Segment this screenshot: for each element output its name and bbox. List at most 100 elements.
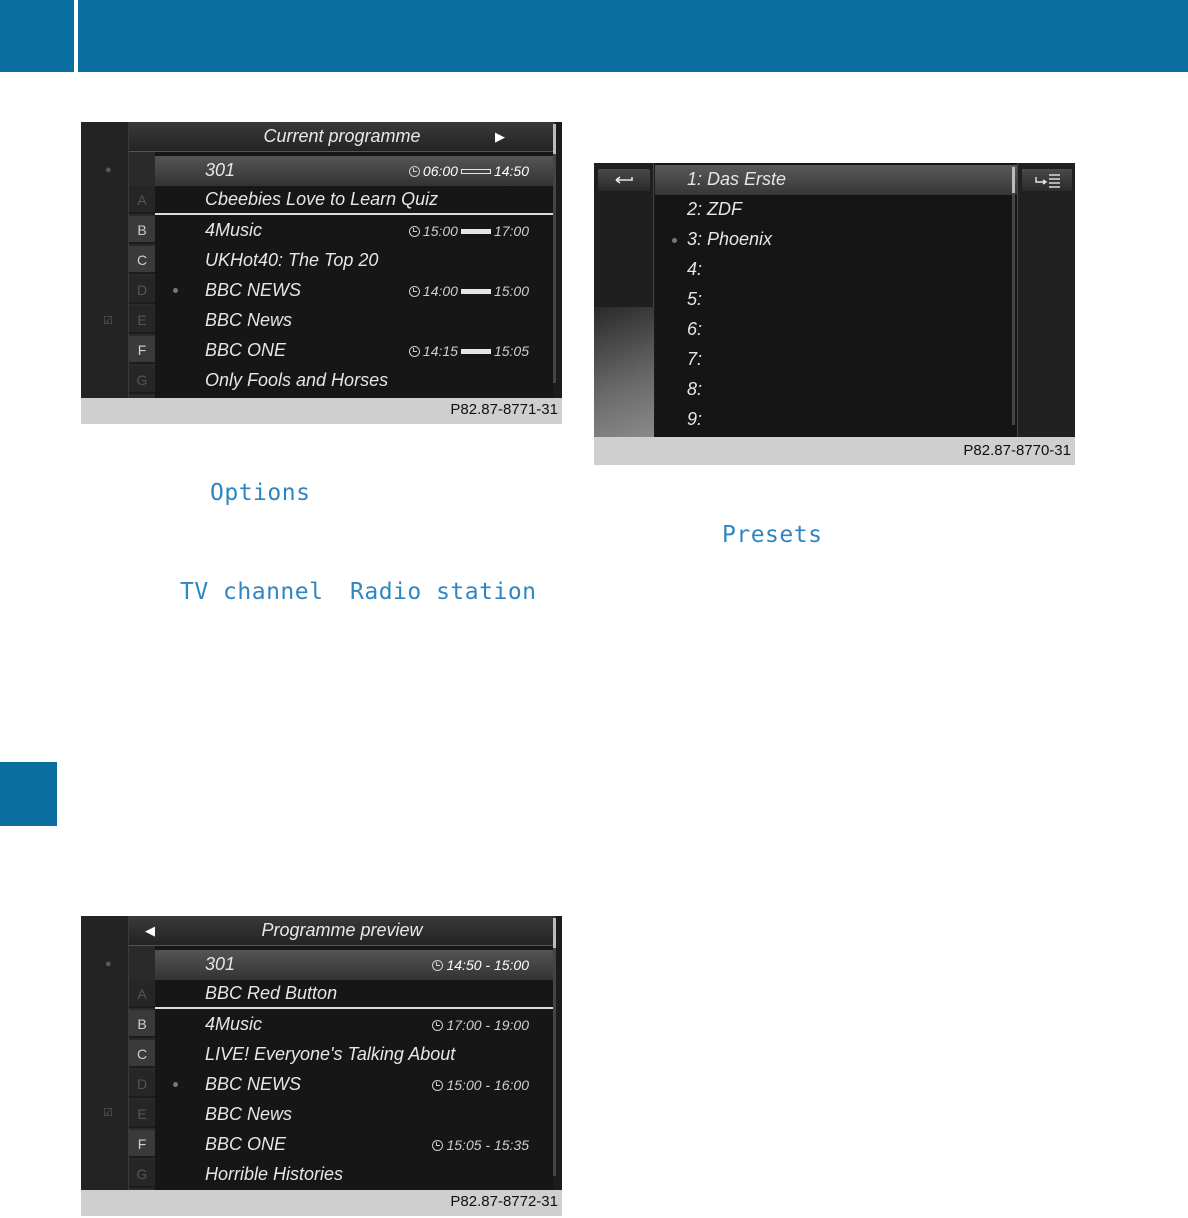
- programme-title: Only Fools and Horses: [205, 370, 389, 390]
- preset-item[interactable]: 8:: [655, 375, 1017, 405]
- strip-dot-icon: ●: [105, 958, 112, 970]
- title-bar: Programme preview ◀: [129, 916, 555, 946]
- channel-name: 301: [205, 160, 236, 180]
- letter-b[interactable]: B: [129, 216, 155, 244]
- progress-bar: [460, 289, 491, 294]
- programme-row[interactable]: 4Music 17:00 - 19:00: [155, 1010, 553, 1040]
- scrollbar-thumb[interactable]: [553, 124, 556, 154]
- left-strip: ● ☑: [81, 122, 129, 398]
- arrow-right-icon[interactable]: ▶: [495, 129, 505, 145]
- preset-item[interactable]: 5:: [655, 285, 1017, 315]
- programme-row[interactable]: BBC NEWS 14:00 15:00: [155, 276, 553, 306]
- strip-check-icon: ☑: [103, 1107, 113, 1119]
- programme-row[interactable]: LIVE! Everyone's Talking About: [155, 1040, 553, 1070]
- programme-title: BBC News: [205, 310, 293, 330]
- letter-f[interactable]: F: [129, 336, 155, 364]
- channel-name: BBC NEWS: [205, 1074, 302, 1094]
- list-menu-button[interactable]: [1022, 169, 1072, 191]
- programme-row[interactable]: BBC Red Button: [155, 979, 553, 1009]
- arrow-left-icon[interactable]: ◀: [145, 923, 155, 939]
- programme-row[interactable]: 301 14:50 - 15:00: [155, 950, 553, 980]
- clock-icon: [432, 1020, 444, 1031]
- programme-row[interactable]: Cbeebies Love to Learn Quiz: [155, 185, 553, 215]
- scrollbar-track[interactable]: [553, 124, 556, 384]
- preset-item[interactable]: 6:: [655, 315, 1017, 345]
- scrollbar-thumb[interactable]: [1012, 167, 1015, 193]
- preset-item[interactable]: 7:: [655, 345, 1017, 375]
- letter-e[interactable]: E: [129, 306, 155, 334]
- presets-left-panel: [594, 163, 654, 437]
- letter-a[interactable]: A: [129, 980, 155, 1008]
- programme-row[interactable]: BBC ONE 15:05 - 15:35: [155, 1130, 553, 1160]
- strip-dot-icon: ●: [105, 164, 112, 176]
- time-label: 15:00 - 16:00: [446, 1077, 529, 1093]
- active-dot-icon: [672, 238, 677, 243]
- time-range: 15:05 - 15:35: [432, 1137, 529, 1153]
- programme-preview-screen: ● ☑ Programme preview ◀ A B C D E F G 30…: [81, 916, 562, 1190]
- clock-icon: [432, 960, 444, 971]
- figure-caption: P82.87-8771-31: [81, 398, 562, 424]
- letter-f[interactable]: F: [129, 1130, 155, 1158]
- tv-channel-keyword: TV channel: [180, 579, 324, 605]
- clock-icon: [408, 346, 420, 357]
- preset-label: 4:: [687, 259, 703, 279]
- time-label: 17:00 - 19:00: [446, 1017, 529, 1033]
- start-time: 14:00: [422, 283, 458, 299]
- programme-row[interactable]: BBC News: [155, 306, 553, 336]
- figure-caption: P82.87-8772-31: [81, 1190, 562, 1216]
- preset-label: 6:: [687, 319, 703, 339]
- letter-c[interactable]: C: [129, 1040, 155, 1068]
- letter-b[interactable]: B: [129, 1010, 155, 1038]
- preset-item[interactable]: 4:: [655, 255, 1017, 285]
- radio-station-keyword: Radio station: [350, 579, 537, 605]
- letter-d[interactable]: D: [129, 1070, 155, 1098]
- channel-name: BBC ONE: [205, 340, 287, 360]
- preset-item[interactable]: 3: Phoenix: [655, 225, 1017, 255]
- programme-row[interactable]: BBC NEWS 15:00 - 16:00: [155, 1070, 553, 1100]
- channel-name: 4Music: [205, 1014, 263, 1034]
- letter-e[interactable]: E: [129, 1100, 155, 1128]
- programme-row[interactable]: BBC News: [155, 1100, 553, 1130]
- programme-row[interactable]: UKHot40: The Top 20: [155, 246, 553, 276]
- programme-title: BBC Red Button: [205, 983, 338, 1003]
- programme-title: Horrible Histories: [205, 1164, 344, 1184]
- clock-icon: [408, 286, 420, 297]
- end-time: 15:00: [493, 283, 529, 299]
- programme-title: Cbeebies Love to Learn Quiz: [205, 189, 439, 209]
- end-time: 14:50: [493, 163, 529, 179]
- scrollbar-track[interactable]: [1012, 167, 1015, 425]
- clock-icon: [408, 166, 420, 177]
- presets-keyword: Presets: [722, 522, 823, 548]
- time-range: 14:00 15:00: [408, 283, 529, 299]
- scrollbar-track[interactable]: [553, 918, 556, 1176]
- channel-name: 4Music: [205, 220, 263, 240]
- preset-item[interactable]: 1: Das Erste: [655, 165, 1017, 195]
- time-range: 17:00 - 19:00: [432, 1017, 529, 1033]
- clock-icon: [432, 1140, 444, 1151]
- programme-title: LIVE! Everyone's Talking About: [205, 1044, 456, 1064]
- letter-d[interactable]: D: [129, 276, 155, 304]
- channel-name: BBC NEWS: [205, 280, 302, 300]
- end-time: 17:00: [493, 223, 529, 239]
- scrollbar-thumb[interactable]: [553, 918, 556, 948]
- screen-title: Programme preview: [261, 920, 423, 940]
- progress-bar: [460, 349, 491, 354]
- programme-row[interactable]: BBC ONE 14:15 15:05: [155, 336, 553, 366]
- programme-row[interactable]: 301 06:00 14:50: [155, 156, 553, 186]
- letter-g[interactable]: G: [129, 366, 155, 394]
- programme-row[interactable]: Only Fools and Horses: [155, 366, 553, 396]
- start-time: 15:00: [422, 223, 458, 239]
- progress-bar: [460, 169, 491, 174]
- programme-row[interactable]: Horrible Histories: [155, 1160, 553, 1190]
- letter-c[interactable]: C: [129, 246, 155, 274]
- title-bar: Current programme ▶: [129, 122, 555, 152]
- back-button[interactable]: [598, 169, 650, 191]
- letter-g[interactable]: G: [129, 1160, 155, 1188]
- programme-row[interactable]: 4Music 15:00 17:00: [155, 216, 553, 246]
- preset-item[interactable]: 9:: [655, 405, 1017, 435]
- active-dot-icon: [173, 1082, 178, 1087]
- letter-a[interactable]: A: [129, 186, 155, 214]
- preset-item[interactable]: 2: ZDF: [655, 195, 1017, 225]
- presets-right-panel: [1017, 163, 1075, 437]
- clock-icon: [408, 226, 420, 237]
